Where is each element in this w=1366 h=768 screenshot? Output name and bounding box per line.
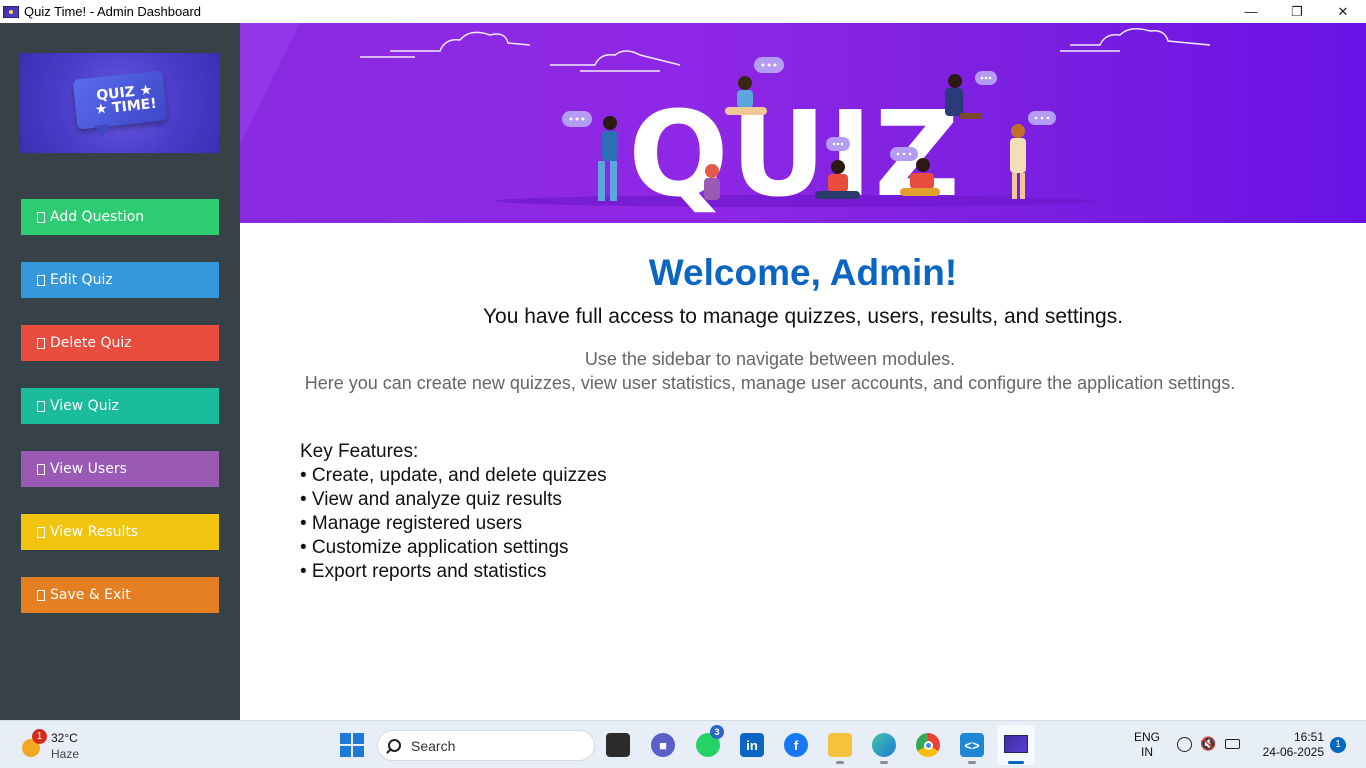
quiz-app-taskbar-button[interactable] xyxy=(997,725,1035,765)
language-line-1: ENG xyxy=(1133,730,1160,744)
whatsapp-badge: 3 xyxy=(710,725,724,739)
feature-item: • Manage registered users xyxy=(300,513,523,534)
taskbar-search[interactable]: Search xyxy=(377,730,595,761)
save-exit-button[interactable]: Save & Exit xyxy=(21,577,219,613)
whatsapp-icon[interactable]: 3 xyxy=(696,725,724,757)
language-indicator[interactable]: ENG IN xyxy=(1132,730,1162,760)
window-controls: — ❐ ✕ xyxy=(1228,0,1366,23)
minimize-button[interactable]: — xyxy=(1228,0,1274,23)
person-left xyxy=(598,116,618,201)
delete-quiz-button[interactable]: Delete Quiz xyxy=(21,325,219,361)
vscode-icon[interactable]: <> xyxy=(960,733,984,764)
weather-alert-badge: 1 xyxy=(32,729,47,744)
quiz-time-logo: QUIZ ★ ★ TIME! xyxy=(20,53,220,153)
maximize-button[interactable]: ❐ xyxy=(1274,0,1320,23)
quiz-banner-image: QUIZ xyxy=(240,23,1366,223)
weather-condition: Haze xyxy=(51,747,80,761)
feature-item: • Export reports and statistics xyxy=(300,561,547,582)
title-bar: Quiz Time! - Admin Dashboard — ❐ ✕ xyxy=(0,0,1366,23)
quiz-app-icon xyxy=(1004,735,1028,753)
notification-badge[interactable]: 1 xyxy=(1330,737,1346,753)
edge-browser-icon[interactable] xyxy=(872,733,896,764)
temperature: 32°C xyxy=(51,731,78,745)
logo-text: QUIZ ★ ★ TIME! xyxy=(93,82,157,118)
view-users-button[interactable]: View Users xyxy=(21,451,219,487)
search-icon xyxy=(388,739,401,752)
battery-icon[interactable] xyxy=(1225,739,1240,749)
speaker-muted-icon[interactable]: 🔇 xyxy=(1200,736,1216,752)
placeholder-glyph-icon xyxy=(37,337,45,349)
placeholder-glyph-icon xyxy=(37,463,45,475)
clock[interactable]: 16:51 24-06-2025 xyxy=(1252,730,1324,760)
banner-illustration: QUIZ xyxy=(240,23,1211,223)
welcome-heading: Welcome, Admin! xyxy=(648,252,958,293)
window-title: Quiz Time! - Admin Dashboard xyxy=(24,4,202,19)
key-features: Key Features: • Create, update, and dele… xyxy=(300,440,607,584)
placeholder-glyph-icon xyxy=(37,526,45,538)
windows-start-icon[interactable] xyxy=(340,733,364,757)
feature-item: • Customize application settings xyxy=(300,537,569,558)
nav-label: Delete Quiz xyxy=(50,335,132,351)
nav-label: Add Question xyxy=(50,209,145,225)
feature-item: • View and analyze quiz results xyxy=(300,489,562,510)
nav-label: View Quiz xyxy=(50,398,119,414)
linkedin-icon[interactable]: in xyxy=(740,733,764,757)
taskbar: 1 32°C Haze Search ■ 3 in f <> ENG IN 🔇 … xyxy=(0,720,1366,768)
access-subtitle: You have full access to manage quizzes, … xyxy=(482,305,1124,328)
features-title: Key Features: xyxy=(300,441,419,462)
person-sitting-left xyxy=(704,164,720,200)
edit-quiz-button[interactable]: Edit Quiz xyxy=(21,262,219,298)
nav-label: View Users xyxy=(50,461,127,477)
task-view-icon[interactable] xyxy=(606,733,630,757)
placeholder-glyph-icon xyxy=(37,589,45,601)
clock-date: 24-06-2025 xyxy=(1262,745,1324,759)
language-line-2: IN xyxy=(1141,745,1153,759)
person-far-right xyxy=(1010,124,1026,199)
placeholder-glyph-icon xyxy=(37,274,45,286)
search-placeholder: Search xyxy=(411,737,456,754)
clock-time: 16:51 xyxy=(1293,730,1324,744)
app-icon xyxy=(3,5,19,18)
chrome-icon[interactable] xyxy=(916,733,940,757)
view-results-button[interactable]: View Results xyxy=(21,514,219,550)
sidebar: QUIZ ★ ★ TIME! Add Question Edit Quiz De… xyxy=(0,23,240,720)
view-quiz-button[interactable]: View Quiz xyxy=(21,388,219,424)
add-question-button[interactable]: Add Question xyxy=(21,199,219,235)
file-explorer-icon[interactable] xyxy=(828,733,852,764)
placeholder-glyph-icon xyxy=(37,211,45,223)
teams-chat-icon[interactable]: ■ xyxy=(651,733,675,757)
placeholder-glyph-icon xyxy=(37,400,45,412)
nav-label: View Results xyxy=(50,524,139,540)
description-line-2: Here you can create new quizzes, view us… xyxy=(304,373,1236,393)
feature-item: • Create, update, and delete quizzes xyxy=(300,465,607,486)
weather-widget[interactable]: 1 32°C Haze xyxy=(18,729,108,761)
nav-label: Save & Exit xyxy=(50,587,131,603)
description: Use the sidebar to navigate between modu… xyxy=(240,347,1300,395)
close-button[interactable]: ✕ xyxy=(1320,0,1366,23)
nav-label: Edit Quiz xyxy=(50,272,113,288)
network-globe-icon[interactable] xyxy=(1177,737,1192,752)
description-line-1: Use the sidebar to navigate between modu… xyxy=(584,349,956,369)
facebook-icon[interactable]: f xyxy=(784,733,808,757)
